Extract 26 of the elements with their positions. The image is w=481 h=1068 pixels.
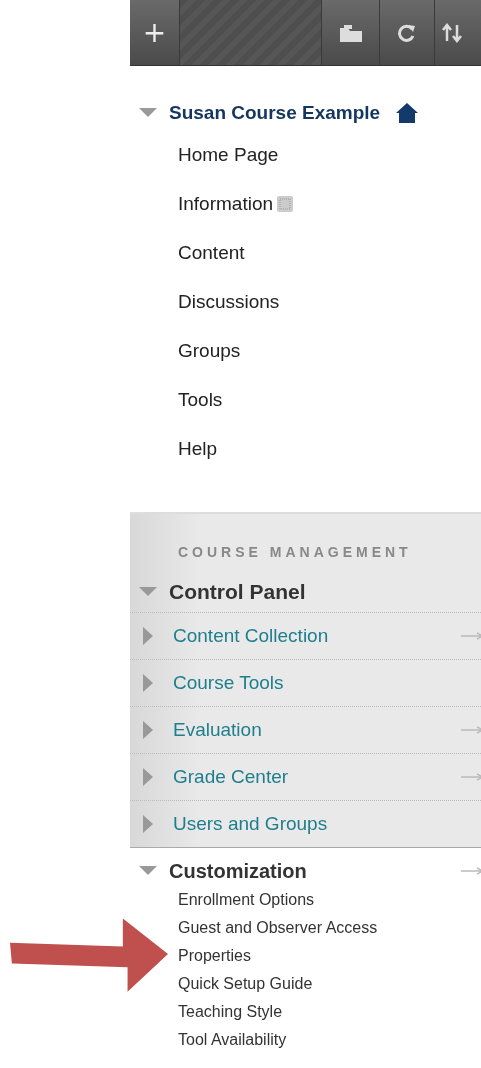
control-panel-item[interactable]: Grade Center [173,766,461,788]
control-panel-item[interactable]: Users and Groups [173,813,481,835]
control-panel-item[interactable]: Course Tools [173,672,481,694]
section-heading: COURSE MANAGEMENT [177,544,413,562]
refresh-icon [398,22,416,43]
menu-item[interactable]: Tools [178,388,223,411]
menu-item[interactable]: Help [178,437,218,460]
menu-item[interactable]: Discussions [178,290,280,313]
customization-title[interactable]: Customization [169,859,461,883]
course-title[interactable]: Susan Course Example [169,102,381,124]
submenu-item[interactable]: Properties [178,947,251,965]
submenu-item[interactable]: Quick Setup Guide [178,975,313,993]
folder-icon [338,22,363,43]
menu-item[interactable]: Information [178,192,274,215]
menu-item[interactable]: Groups [178,339,241,362]
submenu-item[interactable]: Guest and Observer Access [178,919,378,937]
submenu-item[interactable]: Teaching Style [178,1003,283,1021]
menu-item[interactable]: Content [178,241,245,264]
home-icon [396,103,419,123]
control-panel-item[interactable]: Evaluation [173,719,461,741]
control-panel-title[interactable]: Control Panel [169,580,306,604]
control-panel-item[interactable]: Content Collection [173,625,461,647]
menu-item[interactable]: Home Page [178,143,279,166]
submenu-item[interactable]: Tool Availability [178,1031,287,1049]
sort-icon [441,22,465,43]
submenu-item[interactable]: Enrollment Options [178,891,315,909]
